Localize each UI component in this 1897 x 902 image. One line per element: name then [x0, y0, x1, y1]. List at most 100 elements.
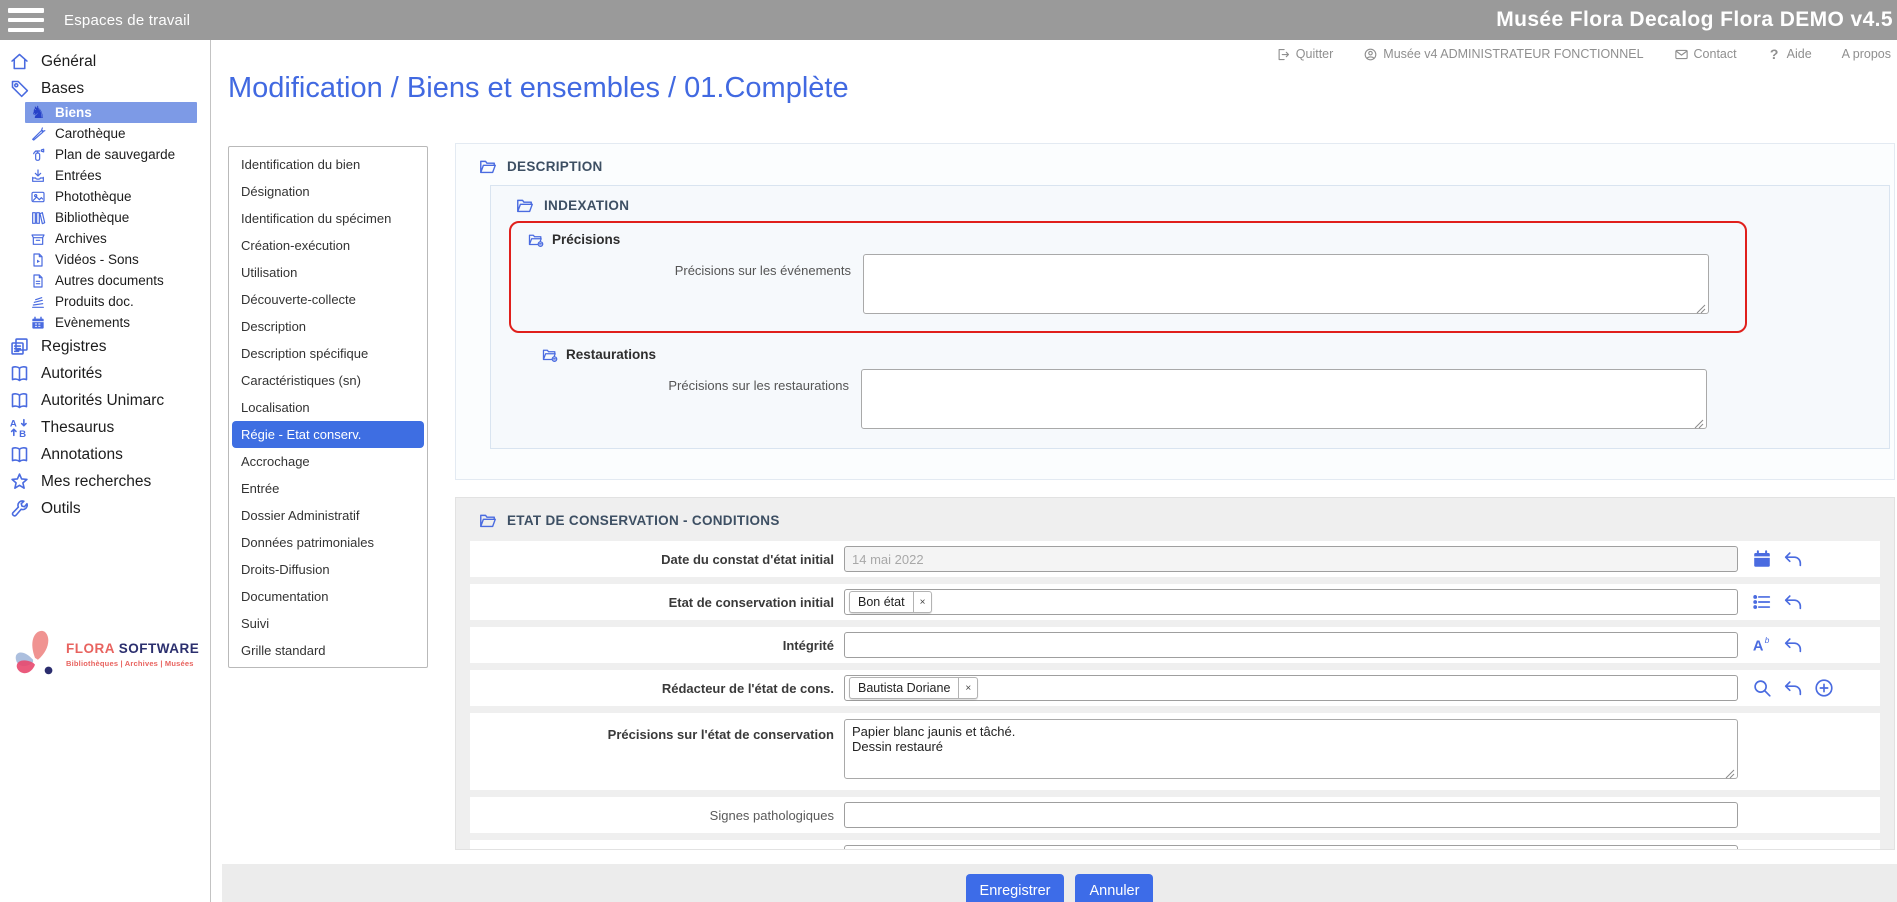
workspace-label[interactable]: Espaces de travail — [64, 12, 190, 29]
sidebar-item-mes-recherches[interactable]: Mes recherches — [0, 468, 210, 495]
svg-text:b: b — [1765, 636, 1770, 645]
sidebar-item-label: Général — [41, 53, 96, 71]
sidebar-item-general[interactable]: Général — [0, 48, 210, 75]
sidebar-item-autorites-unimarc[interactable]: Autorités Unimarc — [0, 387, 210, 414]
sidebar-item-thesaurus[interactable]: ABThesaurus — [0, 414, 210, 441]
form-nav-item-8[interactable]: Description spécifique — [229, 340, 427, 367]
chip-remove-icon[interactable]: × — [958, 678, 977, 698]
precisions-etat-textarea[interactable]: Papier blanc jaunis et tâché. Dessin res… — [844, 719, 1738, 779]
butterfly-logo-icon — [6, 625, 64, 683]
form-nav-item-18[interactable]: Suivi — [229, 610, 427, 637]
user-icon — [1363, 47, 1378, 62]
sidebar-item-outils[interactable]: Outils — [0, 495, 210, 522]
form-nav-item-10[interactable]: Localisation — [229, 394, 427, 421]
wrench-icon — [9, 498, 30, 519]
form-nav-item-17[interactable]: Documentation — [229, 583, 427, 610]
undo-icon[interactable] — [1782, 634, 1804, 656]
chip-remove-icon[interactable]: × — [913, 592, 932, 612]
brand-name: FLORA SOFTWARE — [66, 641, 199, 656]
form-nav-item-15[interactable]: Données patrimoniales — [229, 529, 427, 556]
sidebar-item-entrees[interactable]: Entrées — [25, 165, 197, 186]
form-nav-item-1[interactable]: Identification du bien — [229, 151, 427, 178]
redacteur-chip: Bautista Doriane × — [849, 677, 978, 699]
utility-link-user[interactable]: Musée v4 ADMINISTRATEUR FONCTIONNEL — [1363, 47, 1643, 62]
sidebar-item-label: Registres — [41, 338, 106, 356]
form-nav-item-12[interactable]: Accrochage — [229, 448, 427, 475]
image-icon — [30, 189, 46, 205]
integrite-label: Intégrité — [470, 638, 844, 653]
chip-label: Bon état — [850, 592, 913, 612]
calendar-icon — [30, 315, 46, 331]
form-nav-item-7[interactable]: Description — [229, 313, 427, 340]
sidebar-item-bibliotheque[interactable]: Bibliothèque — [25, 207, 197, 228]
precisions-group-header: Précisions — [511, 228, 1745, 251]
form-nav-item-4[interactable]: Création-exécution — [229, 232, 427, 259]
save-button[interactable]: Enregistrer — [966, 874, 1065, 902]
form-nav-item-2[interactable]: Désignation — [229, 178, 427, 205]
utility-link-quitter[interactable]: Quitter — [1276, 47, 1334, 62]
utility-link-aide[interactable]: ?Aide — [1767, 47, 1812, 62]
conservation-title: ETAT DE CONSERVATION - CONDITIONS — [507, 513, 780, 528]
form-nav-item-6[interactable]: Découverte-collecte — [229, 286, 427, 313]
carrot-icon — [30, 126, 46, 142]
restaurations-textarea[interactable] — [861, 369, 1707, 429]
form-nav-item-3[interactable]: Identification du spécimen — [229, 205, 427, 232]
search-icon[interactable] — [1751, 677, 1773, 699]
menu-icon[interactable] — [8, 8, 44, 32]
restaurations-field-label: Précisions sur les restaurations — [491, 369, 861, 393]
etat-initial-field[interactable]: Bon état × — [844, 589, 1738, 615]
sidebar-item-archives[interactable]: Archives — [25, 228, 197, 249]
etat-initial-label: Etat de conservation initial — [470, 595, 844, 610]
resize-handle-icon[interactable] — [1725, 769, 1735, 779]
signes-input[interactable] — [844, 802, 1738, 828]
sidebar-item-autres-documents[interactable]: Autres documents — [25, 270, 197, 291]
redacteur-field[interactable]: Bautista Doriane × — [844, 675, 1738, 701]
form-nav-item-9[interactable]: Caractéristiques (sn) — [229, 367, 427, 394]
sidebar-item-bases[interactable]: Bases — [0, 75, 210, 102]
resize-handle-icon[interactable] — [1694, 419, 1704, 429]
sidebar-item-registres[interactable]: Registres — [0, 333, 210, 360]
signes-row: Signes pathologiques — [470, 797, 1880, 833]
sidebar-item-videos-sons[interactable]: Vidéos - Sons — [25, 249, 197, 270]
sidebar-item-phototheque[interactable]: Photothèque — [25, 186, 197, 207]
resize-handle-icon[interactable] — [1696, 304, 1706, 314]
stack-icon — [30, 294, 46, 310]
form-nav-item-5[interactable]: Utilisation — [229, 259, 427, 286]
sidebar-item-annotations[interactable]: Annotations — [0, 441, 210, 468]
restaurations-group: Restaurations Précisions sur les restaur… — [491, 343, 1889, 434]
add-circle-icon[interactable] — [1813, 677, 1835, 699]
knight-icon: ♞ — [30, 105, 46, 121]
sidebar-item-plan-de-sauvegarde[interactable]: Plan de sauvegarde — [25, 144, 197, 165]
form-nav-item-11[interactable]: Régie - Etat conserv. — [232, 421, 424, 448]
undo-icon[interactable] — [1782, 548, 1804, 570]
etat-initial-row: Etat de conservation initial Bon état × — [470, 584, 1880, 620]
form-nav-item-13[interactable]: Entrée — [229, 475, 427, 502]
form-nav-item-14[interactable]: Dossier Administratif — [229, 502, 427, 529]
form-nav-item-19[interactable]: Grille standard — [229, 637, 427, 664]
undo-icon[interactable] — [1782, 591, 1804, 613]
sidebar-item-label: Archives — [55, 231, 107, 246]
preconisations-input[interactable] — [844, 845, 1738, 850]
description-panel: DESCRIPTION INDEXATION Précisions Précis… — [455, 143, 1895, 480]
sidebar-item-produits-doc[interactable]: Produits doc. — [25, 291, 197, 312]
format-text-icon[interactable]: Ab — [1751, 634, 1773, 656]
redacteur-row: Rédacteur de l'état de cons. Bautista Do… — [470, 670, 1880, 706]
sidebar-item-autorites[interactable]: Autorités — [0, 360, 210, 387]
calendar-picker-icon[interactable] — [1751, 548, 1773, 570]
restaurations-group-title: Restaurations — [566, 347, 656, 362]
utility-link-a-propos[interactable]: A propos — [1842, 47, 1891, 61]
form-nav-item-16[interactable]: Droits-Diffusion — [229, 556, 427, 583]
cancel-button[interactable]: Annuler — [1075, 874, 1153, 902]
sidebar-item-biens[interactable]: ♞Biens — [25, 102, 197, 123]
precisions-highlight-box: Précisions Précisions sur les événements — [509, 221, 1747, 333]
sidebar-item-carotheque[interactable]: Carothèque — [25, 123, 197, 144]
utility-link-contact[interactable]: Contact — [1674, 47, 1737, 62]
undo-icon[interactable] — [1782, 677, 1804, 699]
books-icon — [30, 210, 46, 226]
date-constat-input[interactable] — [844, 546, 1738, 572]
events-textarea[interactable] — [863, 254, 1709, 314]
sidebar: Général Bases♞BiensCarothèquePlan de sauv… — [0, 40, 211, 902]
integrite-input[interactable] — [844, 632, 1738, 658]
sidebar-item-evenements[interactable]: Evènements — [25, 312, 197, 333]
list-picker-icon[interactable] — [1751, 591, 1773, 613]
